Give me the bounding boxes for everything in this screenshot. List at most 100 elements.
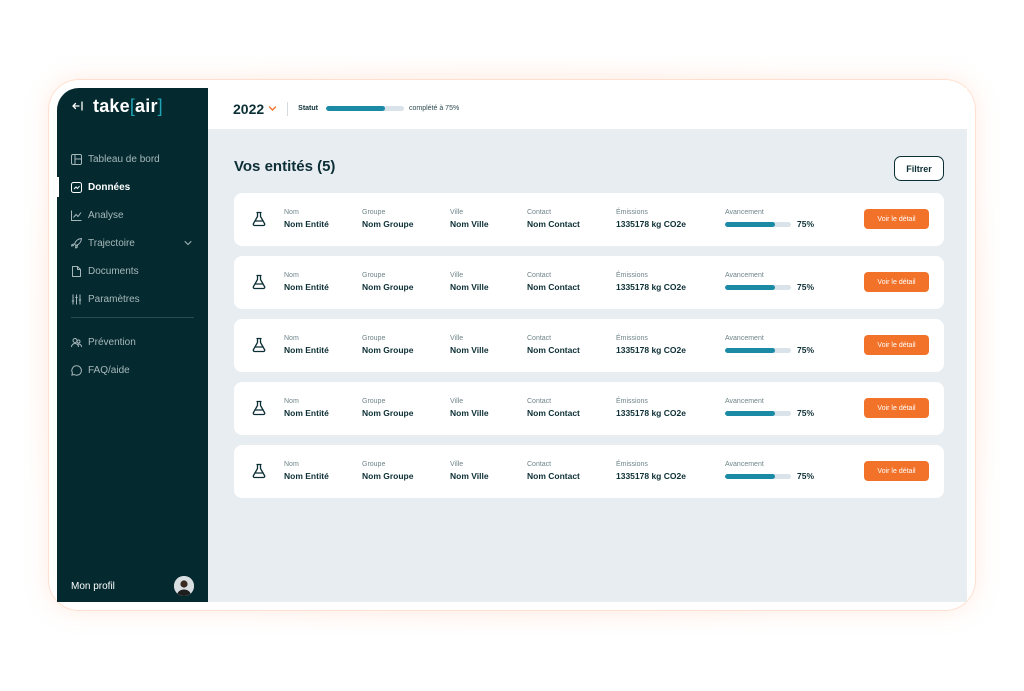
entity-city-label: Ville: [450, 461, 464, 468]
sidebar-item-label: Paramètres: [88, 293, 140, 305]
profile-label: Mon profil: [71, 580, 115, 592]
entity-contact-cell: Contact Nom Contact: [527, 397, 580, 420]
entity-city-cell: Ville Nom Ville: [450, 334, 489, 357]
sidebar-item-tableau-de-bord[interactable]: Tableau de bord: [57, 145, 208, 173]
entity-name: Nom Entité: [284, 282, 329, 292]
entity-name-cell: Nom Nom Entité: [284, 271, 329, 294]
data-icon: [71, 181, 82, 193]
filter-button[interactable]: Filtrer: [894, 156, 944, 181]
entity-name-cell: Nom Nom Entité: [284, 334, 329, 357]
entity-city: Nom Ville: [450, 471, 489, 481]
entity-card: Nom Nom Entité Groupe Nom Groupe Ville N…: [234, 319, 944, 372]
entity-emissions-label: Émissions: [616, 272, 648, 279]
sidebar-item-faq[interactable]: FAQ/aide: [57, 356, 208, 384]
entity-emissions-label: Émissions: [616, 335, 648, 342]
sidebar-item-parametres[interactable]: Paramètres: [57, 285, 208, 313]
entity-emissions-cell: Émissions 1335178 kg CO2e: [616, 334, 686, 357]
status-progress-fill: [326, 106, 385, 111]
entity-contact-label: Contact: [527, 209, 552, 216]
view-detail-button[interactable]: Voir le détail: [864, 461, 929, 481]
profile-link[interactable]: Mon profil: [71, 576, 194, 596]
year-selector[interactable]: 2022: [233, 101, 277, 117]
flask-icon: [252, 463, 266, 479]
entity-city-label: Ville: [450, 272, 464, 279]
entity-name-label: Nom: [284, 209, 299, 216]
entity-contact-label: Contact: [527, 398, 552, 405]
entity-progress-label: Avancement: [725, 398, 764, 405]
entity-progress-label: Avancement: [725, 461, 764, 468]
entity-city: Nom Ville: [450, 345, 489, 355]
chevron-down-icon[interactable]: [184, 239, 192, 247]
entity-card: Nom Nom Entité Groupe Nom Groupe Ville N…: [234, 193, 944, 246]
flask-icon: [252, 274, 266, 290]
view-detail-button[interactable]: Voir le détail: [864, 272, 929, 292]
entity-contact-cell: Contact Nom Contact: [527, 271, 580, 294]
entity-emissions: 1335178 kg CO2e: [616, 471, 686, 481]
collapse-sidebar-icon[interactable]: [71, 99, 85, 113]
app-logo[interactable]: take[air]: [93, 96, 163, 117]
entity-progress-fill: [725, 473, 775, 479]
view-detail-button[interactable]: Voir le détail: [864, 335, 929, 355]
entity-emissions-cell: Émissions 1335178 kg CO2e: [616, 271, 686, 294]
entity-group-label: Groupe: [362, 209, 386, 216]
entity-progress-bar: [725, 284, 791, 290]
status-progress-bar: [326, 106, 404, 111]
sidebar-item-label: Tableau de bord: [88, 153, 160, 165]
entity-group: Nom Groupe: [362, 345, 414, 355]
view-detail-button[interactable]: Voir le détail: [864, 398, 929, 418]
entity-name-label: Nom: [284, 272, 299, 279]
entity-emissions-cell: Émissions 1335178 kg CO2e: [616, 460, 686, 483]
entity-name-label: Nom: [284, 398, 299, 405]
entity-emissions: 1335178 kg CO2e: [616, 282, 686, 292]
sidebar: take[air] Tableau de bord Données Analys…: [57, 88, 208, 602]
entity-progress-fill: [725, 347, 775, 353]
entity-contact: Nom Contact: [527, 219, 580, 229]
entity-city-label: Ville: [450, 209, 464, 216]
sidebar-item-label: Documents: [88, 265, 139, 277]
avatar[interactable]: [174, 576, 194, 596]
chevron-down-icon: [268, 106, 277, 111]
entity-progress-percent: 75%: [797, 282, 815, 292]
entity-name: Nom Entité: [284, 345, 329, 355]
entity-group: Nom Groupe: [362, 219, 414, 229]
entity-name: Nom Entité: [284, 219, 329, 229]
entity-group: Nom Groupe: [362, 282, 414, 292]
entity-emissions-label: Émissions: [616, 461, 648, 468]
sidebar-item-analyse[interactable]: Analyse: [57, 201, 208, 229]
entity-progress-bar: [725, 473, 791, 479]
entity-progress-label: Avancement: [725, 209, 764, 216]
sidebar-secondary-nav: Prévention FAQ/aide: [57, 328, 208, 384]
entity-contact-label: Contact: [527, 272, 552, 279]
sliders-icon: [71, 294, 82, 304]
sidebar-item-label: FAQ/aide: [88, 364, 130, 376]
sidebar-item-documents[interactable]: Documents: [57, 257, 208, 285]
entity-city: Nom Ville: [450, 219, 489, 229]
flask-icon: [252, 337, 266, 353]
sidebar-item-prevention[interactable]: Prévention: [57, 328, 208, 356]
entity-contact-cell: Contact Nom Contact: [527, 208, 580, 231]
view-detail-button[interactable]: Voir le détail: [864, 209, 929, 229]
entity-contact-label: Contact: [527, 461, 552, 468]
status-text: complété à 75%: [409, 105, 460, 112]
entity-contact: Nom Contact: [527, 282, 580, 292]
entity-city-cell: Ville Nom Ville: [450, 271, 489, 294]
entity-group-label: Groupe: [362, 335, 386, 342]
entity-contact: Nom Contact: [527, 408, 580, 418]
entity-name-cell: Nom Nom Entité: [284, 460, 329, 483]
entity-contact-label: Contact: [527, 335, 552, 342]
entity-progress-label: Avancement: [725, 335, 764, 342]
entity-group: Nom Groupe: [362, 471, 414, 481]
sidebar-item-label: Prévention: [88, 336, 136, 348]
entity-emissions-cell: Émissions 1335178 kg CO2e: [616, 208, 686, 231]
logo-row: take[air]: [71, 96, 163, 116]
sidebar-item-donnees[interactable]: Données: [57, 173, 208, 201]
sidebar-item-trajectoire[interactable]: Trajectoire: [57, 229, 208, 257]
entity-group: Nom Groupe: [362, 408, 414, 418]
entity-contact-cell: Contact Nom Contact: [527, 334, 580, 357]
entity-progress-label: Avancement: [725, 272, 764, 279]
entity-group-cell: Groupe Nom Groupe: [362, 271, 413, 294]
entity-progress-bar: [725, 410, 791, 416]
page-title: Vos entités (5): [234, 158, 336, 175]
sidebar-item-label: Trajectoire: [88, 237, 135, 249]
chat-icon: [71, 364, 82, 376]
